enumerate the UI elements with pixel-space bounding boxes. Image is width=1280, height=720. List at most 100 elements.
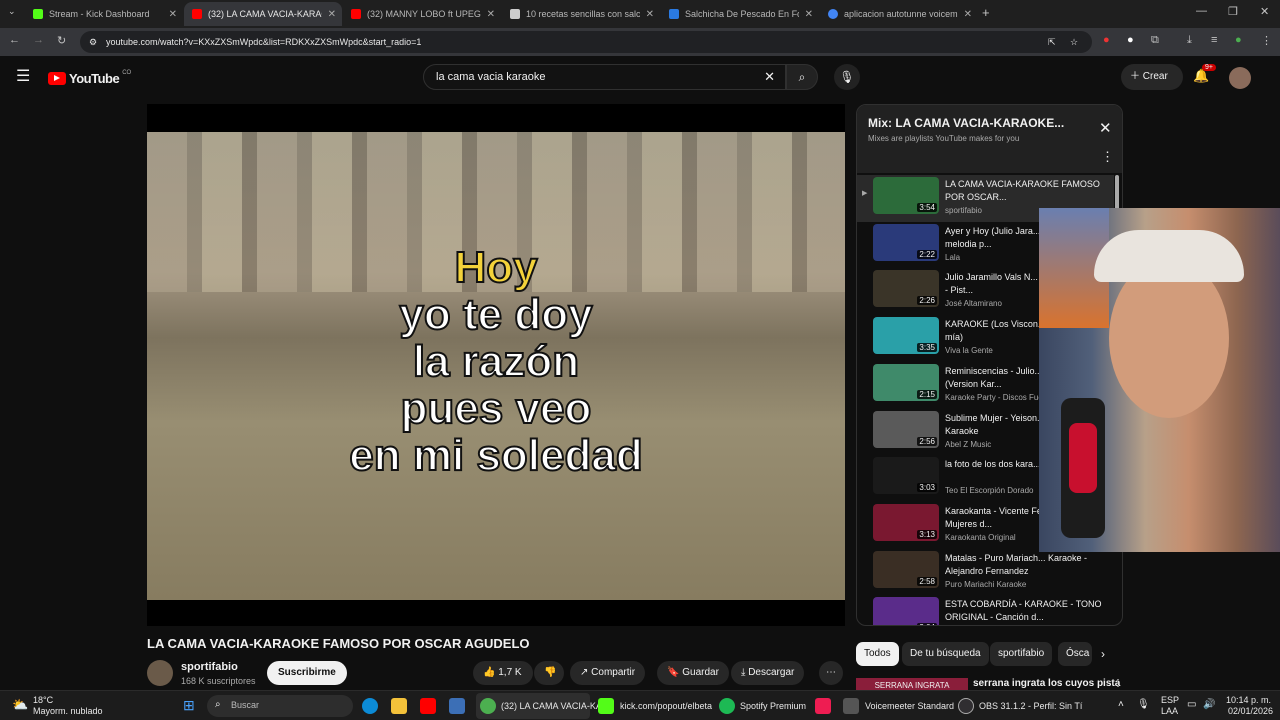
- search-input[interactable]: la cama vacia karaoke ✕: [423, 64, 786, 90]
- taskbar-spotify-window[interactable]: Spotify Premium: [740, 701, 806, 711]
- language-indicator[interactable]: ESP: [1161, 695, 1179, 705]
- network-icon[interactable]: ▭: [1187, 699, 1196, 710]
- playlist-item-thumbnail[interactable]: 3:03: [873, 457, 939, 495]
- weather-desc[interactable]: Mayorm. nublado: [33, 706, 103, 716]
- video-player[interactable]: Hoy yo te doy la razón pues veo en mi so…: [147, 104, 845, 626]
- playlist-item-thumbnail[interactable]: 2:22: [873, 223, 939, 261]
- extensions-puzzle-icon[interactable]: ⧉: [1151, 34, 1159, 47]
- download-icon[interactable]: ⤓: [1187, 34, 1192, 47]
- extension-icon[interactable]: ●: [1103, 34, 1110, 46]
- taskbar-obs-window[interactable]: OBS 31.1.2 - Perfil: Sin Tí: [979, 701, 1082, 711]
- chip-all[interactable]: Todos: [856, 642, 899, 666]
- close-tab-icon[interactable]: ✕: [646, 9, 654, 20]
- browser-tab[interactable]: aplicacion autotunne voicemo ✕: [820, 2, 978, 26]
- taskbar-chrome-window[interactable]: (32) LA CAMA VACIA-KA: [476, 693, 602, 719]
- restore-icon[interactable]: ❐: [1228, 5, 1238, 18]
- site-info-icon[interactable]: ⚙: [89, 31, 97, 53]
- tray-overflow-icon[interactable]: ˄: [1118, 699, 1124, 710]
- close-window-icon[interactable]: ✕: [1260, 5, 1269, 18]
- playlist-item-thumbnail[interactable]: 3:04: [873, 597, 939, 625]
- chip-from-search[interactable]: De tu búsqueda: [902, 642, 989, 666]
- create-button[interactable]: ＋ Crear: [1121, 64, 1183, 90]
- minimize-icon[interactable]: —: [1196, 5, 1207, 17]
- browser-tab[interactable]: (32) MANNY LOBO ft UPEGUI ✕: [343, 2, 501, 26]
- playlist-item-thumbnail[interactable]: 2:56: [873, 410, 939, 448]
- account-avatar[interactable]: [1229, 67, 1251, 89]
- playlist-item[interactable]: 3:04 ESTA COBARDÍA - KARAOKE - TONO ORIGI…: [857, 595, 1114, 625]
- voicemeeter-icon[interactable]: [843, 698, 859, 714]
- language-layout[interactable]: LAA: [1161, 706, 1178, 716]
- playlist-item-thumbnail[interactable]: 2:15: [873, 363, 939, 401]
- clock-date[interactable]: 02/01/2026: [1228, 706, 1273, 716]
- chevron-right-icon[interactable]: ›: [1101, 647, 1105, 661]
- back-icon[interactable]: ←: [9, 34, 20, 46]
- playlist-item-thumbnail[interactable]: 3:13: [873, 503, 939, 541]
- mic-tray-icon[interactable]: 🎙: [1137, 699, 1150, 710]
- save-button[interactable]: 🔖 Guardar: [657, 661, 729, 685]
- share-button[interactable]: ↗ Compartir: [570, 661, 646, 685]
- bookmark-star-icon[interactable]: ☆: [1070, 31, 1078, 53]
- playlist-item[interactable]: 2:58 Matalas - Puro Mariach... Karaoke - …: [857, 549, 1114, 596]
- browser-menu-icon[interactable]: ⋮: [1261, 34, 1272, 47]
- volume-icon[interactable]: 🔊: [1203, 699, 1215, 710]
- playlist-item-thumbnail[interactable]: 2:58: [873, 550, 939, 588]
- browser-tab[interactable]: Stream - Kick Dashboard ✕: [25, 2, 183, 26]
- forward-icon[interactable]: →: [33, 34, 44, 46]
- hamburger-menu-icon[interactable]: ☰: [16, 66, 30, 86]
- close-icon[interactable]: ✕: [1099, 119, 1112, 137]
- like-button[interactable]: 👍 1,7 K: [473, 661, 533, 685]
- media-control-icon[interactable]: ≡: [1211, 34, 1217, 46]
- close-tab-icon[interactable]: ✕: [487, 9, 495, 20]
- edge-icon[interactable]: [362, 698, 378, 714]
- share-icon: ↗: [580, 667, 592, 678]
- search-button[interactable]: ⌕: [786, 64, 818, 90]
- playlist-item-thumbnail[interactable]: 2:26: [873, 270, 939, 308]
- browser-tab-active[interactable]: (32) LA CAMA VACIA-KARAOKE✕: [184, 2, 342, 26]
- channel-name[interactable]: sportifabio: [181, 661, 238, 673]
- playlist-scrollbar[interactable]: [1115, 175, 1119, 211]
- subscribe-button[interactable]: Suscribirme: [267, 661, 347, 685]
- mix-title[interactable]: Mix: LA CAMA VACIA-KARAOKE...: [868, 116, 1064, 130]
- clock-time[interactable]: 10:14 p. m.: [1226, 695, 1271, 705]
- more-actions-button[interactable]: ⋯: [819, 661, 843, 685]
- dislike-button[interactable]: 👎: [534, 661, 564, 685]
- chip-channel[interactable]: sportifabio: [990, 642, 1053, 666]
- profile-icon[interactable]: ●: [1235, 34, 1242, 46]
- playlist-item-thumbnail[interactable]: 3:54: [873, 177, 939, 214]
- spotify-icon[interactable]: [719, 698, 735, 714]
- taskbar-voicemeeter-window[interactable]: Voicemeeter Standard: [865, 701, 954, 711]
- taskbar-search[interactable]: ⌕ Buscar: [207, 695, 353, 717]
- obs-icon[interactable]: [958, 698, 974, 714]
- close-tab-icon[interactable]: ✕: [964, 9, 972, 20]
- voice-search-button[interactable]: 🎙: [834, 64, 860, 90]
- extension-icon[interactable]: ●: [1127, 34, 1134, 46]
- playlist-item-thumbnail[interactable]: 3:35: [873, 317, 939, 355]
- tab-menu-icon[interactable]: ⌄: [8, 6, 16, 17]
- taskbar-kick-window[interactable]: kick.com/popout/elbeta: [620, 701, 712, 711]
- more-vertical-icon[interactable]: ⋮: [1101, 149, 1114, 165]
- windows-start-icon[interactable]: ⊞: [183, 697, 195, 714]
- weather-temp[interactable]: 18°C: [33, 695, 53, 705]
- tiktok-icon[interactable]: [815, 698, 831, 714]
- browser-tab[interactable]: 10 recetas sencillas con salchich✕: [502, 2, 660, 26]
- browser-tab[interactable]: Salchicha De Pescado En Form✕: [661, 2, 819, 26]
- reload-icon[interactable]: ↻: [57, 34, 66, 47]
- close-tab-icon[interactable]: ✕: [169, 9, 177, 20]
- channel-avatar[interactable]: [147, 660, 173, 686]
- more-vertical-icon[interactable]: ⋮: [1113, 678, 1123, 689]
- store-icon[interactable]: [449, 698, 465, 714]
- address-bar[interactable]: ⚙ youtube.com/watch?v=KXxZXSmWpdc&list=R…: [80, 31, 1092, 53]
- chip-oscar[interactable]: Ósca: [1058, 642, 1092, 666]
- download-button[interactable]: ⤓ Descargar: [731, 661, 805, 685]
- youtube-app-icon[interactable]: [420, 698, 436, 714]
- notifications-button[interactable]: 🔔 9+: [1193, 64, 1216, 84]
- new-tab-icon[interactable]: +: [982, 5, 990, 20]
- clear-search-icon[interactable]: ✕: [764, 65, 775, 89]
- microphone-icon: 🎙: [839, 70, 855, 84]
- kick-icon[interactable]: [598, 698, 614, 714]
- install-icon[interactable]: ⇱: [1048, 31, 1056, 53]
- close-tab-icon[interactable]: ✕: [328, 9, 336, 20]
- close-tab-icon[interactable]: ✕: [805, 9, 813, 20]
- youtube-logo[interactable]: YouTube CO: [48, 68, 131, 88]
- file-explorer-icon[interactable]: [391, 698, 407, 714]
